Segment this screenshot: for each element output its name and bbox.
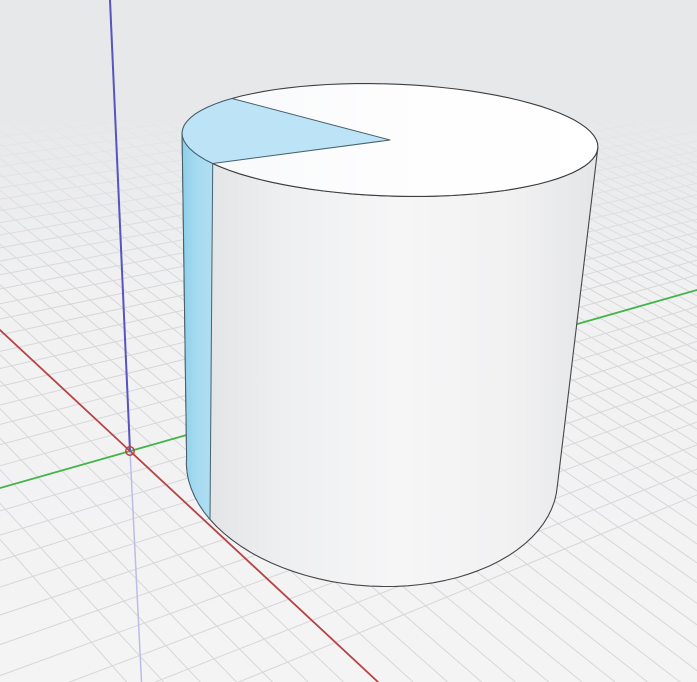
selected-side-strip-face[interactable] xyxy=(182,133,213,520)
cylinder-solid[interactable] xyxy=(182,84,598,587)
cylinder-side-face[interactable] xyxy=(182,133,598,587)
viewport-3d[interactable] xyxy=(0,0,697,682)
